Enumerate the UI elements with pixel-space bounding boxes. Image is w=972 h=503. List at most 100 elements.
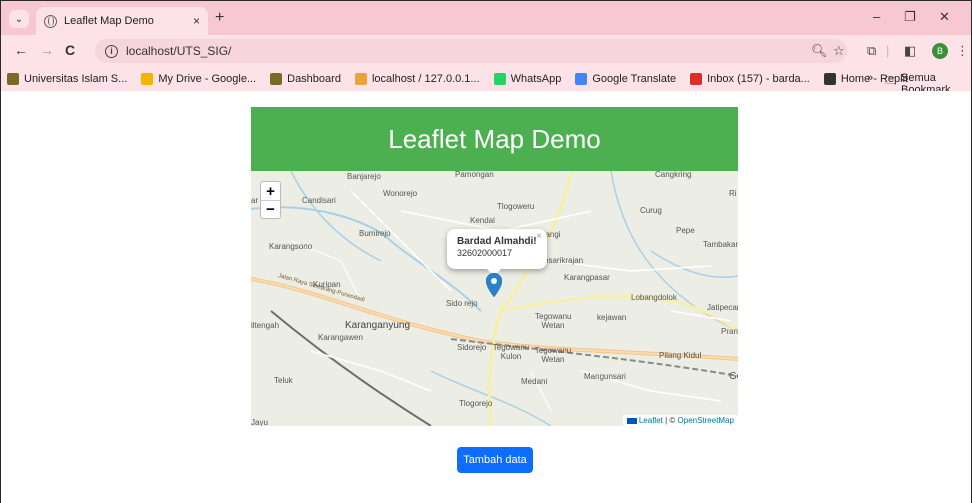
map-label: Medani — [521, 377, 548, 386]
menu-kebab-icon[interactable]: ⋮ — [956, 43, 969, 59]
map-label: Karangpasar — [564, 273, 610, 282]
bookmarks-bar: Universitas Islam S... My Drive - Google.… — [1, 67, 971, 91]
bookmark-item[interactable]: Inbox (157) - barda... — [690, 73, 810, 85]
bookmark-label: Universitas Islam S... — [24, 73, 128, 85]
map-label: Kendal — [470, 216, 495, 225]
bookmark-label: My Drive - Google... — [158, 73, 257, 85]
map-label: Candisari — [302, 196, 336, 205]
marker-popup: × Bardad Almahdi! 32602000017 — [447, 229, 547, 276]
bookmarks-overflow-icon[interactable]: » — [867, 72, 873, 84]
map-label: Mangunsari — [584, 372, 626, 381]
close-window-button[interactable]: ✕ — [939, 9, 950, 25]
title-bar: ⌄ Leaflet Map Demo × + – ❐ ✕ — [1, 1, 971, 35]
map-label: Pran — [721, 327, 738, 336]
map-label: Sidorejo — [457, 343, 487, 352]
page-content: Leaflet Map Demo Banjarejo Pamongan Cang… — [1, 91, 971, 503]
university-icon — [7, 73, 19, 85]
browser-toolbar: ← → C i localhost/UTS_SIG/ 🔍︎ ☆ ⧉ | ◧ ⋮ — [1, 35, 971, 67]
folder-icon[interactable]: 🗀 — [885, 72, 896, 91]
map-marker-icon[interactable] — [486, 273, 502, 297]
map-label: Ri — [729, 189, 737, 198]
popup-close-icon[interactable]: × — [536, 231, 542, 242]
site-info-icon[interactable]: i — [105, 44, 118, 58]
profile-avatar[interactable]: B — [932, 43, 948, 59]
gmail-icon — [690, 73, 703, 85]
map-label: Karanganyung — [345, 320, 411, 331]
map-label: Pamongan — [455, 171, 494, 179]
tab-close-icon[interactable]: × — [193, 14, 200, 28]
map-label: Sido rejo — [446, 299, 478, 308]
map-label: kejawan — [597, 313, 627, 322]
map-label: Jayu — [251, 418, 268, 426]
leaflet-map[interactable]: Banjarejo Pamongan Cangkring Wonorejo Ca… — [251, 171, 738, 426]
map-label: Curug — [640, 206, 662, 215]
google-drive-icon — [141, 73, 154, 85]
leaflet-link[interactable]: Leaflet — [639, 416, 663, 425]
map-label: Banjarejo — [347, 172, 381, 181]
back-icon[interactable]: ← — [14, 43, 28, 57]
restore-button[interactable]: ❐ — [904, 9, 916, 25]
address-bar[interactable]: i localhost/UTS_SIG/ — [95, 39, 847, 63]
side-panel-icon[interactable]: ◧ — [904, 43, 916, 59]
map-label: Pepe — [676, 226, 695, 235]
bookmark-item[interactable]: WhatsApp — [493, 73, 562, 85]
bookmark-label: Dashboard — [287, 73, 341, 85]
map-label: Tegowanu Wetan — [534, 346, 572, 364]
bookmark-item[interactable]: localhost / 127.0.0.1... — [354, 73, 480, 85]
add-data-button[interactable]: Tambah data — [457, 447, 533, 473]
flag-icon — [626, 417, 637, 424]
attribution-separator: | © — [662, 416, 678, 425]
toolbar-divider: | — [886, 43, 890, 58]
popup-title: Bardad Almahdi! — [457, 236, 537, 247]
bookmark-item[interactable]: Dashboard — [270, 73, 341, 85]
map-label: Tlogoweru — [497, 202, 535, 211]
map-attribution: Leaflet | © OpenStreetMap — [622, 415, 738, 426]
bookmark-label: localhost / 127.0.0.1... — [371, 73, 480, 85]
bookmark-item[interactable]: Google Translate — [575, 73, 676, 85]
page-title: Leaflet Map Demo — [251, 107, 738, 171]
bookmark-label: Home - Replit — [840, 73, 909, 85]
forward-icon[interactable]: → — [40, 43, 54, 57]
tab-title: Leaflet Map Demo — [64, 15, 154, 27]
url-text[interactable]: localhost/UTS_SIG/ — [126, 44, 231, 58]
tab-search-icon[interactable]: ⌄ — [9, 10, 29, 28]
map-label: Tlogorejo — [459, 399, 493, 408]
whatsapp-icon — [493, 73, 506, 85]
zoom-out-button[interactable]: − — [261, 200, 280, 218]
bookmark-star-icon[interactable]: ☆ — [833, 43, 845, 59]
popup-text: 32602000017 — [457, 248, 513, 258]
phpmyadmin-icon — [354, 73, 367, 85]
tab-active[interactable]: Leaflet Map Demo × — [36, 7, 208, 35]
osm-link[interactable]: OpenStreetMap — [678, 416, 734, 425]
map-label: Pilang Kidul — [659, 351, 702, 360]
minimize-button[interactable]: – — [873, 9, 880, 24]
bookmark-item[interactable]: My Drive - Google... — [141, 73, 256, 85]
map-label: Jatipecar — [707, 303, 738, 312]
dashboard-icon — [270, 73, 283, 85]
map-label: Lobangdolok — [631, 293, 677, 302]
map-label: Teluk — [274, 376, 293, 385]
zoom-icon[interactable]: 🔍︎ — [811, 43, 828, 59]
map-label: Karangawen — [318, 333, 363, 342]
new-tab-button[interactable]: + — [215, 10, 224, 26]
globe-icon — [44, 14, 57, 28]
zoom-control: + − — [260, 181, 281, 219]
reload-icon[interactable]: C — [65, 43, 75, 57]
map-label: Tambakan — [703, 240, 738, 249]
map-label: Bumirejo — [359, 229, 391, 238]
bookmark-item[interactable]: Universitas Islam S... — [7, 73, 127, 85]
replit-icon — [823, 73, 836, 85]
map-label: Tegowanu Kulon — [492, 343, 530, 361]
map-label: Wonorejo — [383, 189, 418, 198]
extensions-icon[interactable]: ⧉ — [867, 43, 876, 59]
map-label: ar — [251, 196, 259, 205]
map-label: Cangkring — [655, 171, 692, 179]
bookmark-label: WhatsApp — [510, 73, 562, 85]
google-translate-icon — [575, 73, 588, 85]
zoom-in-button[interactable]: + — [261, 182, 280, 200]
map-label: Ge — [729, 371, 738, 382]
map-label: Karangsono — [269, 242, 313, 251]
bookmark-label: Google Translate — [592, 73, 677, 85]
browser-window: ⌄ Leaflet Map Demo × + – ❐ ✕ ← → C i loc… — [0, 0, 972, 503]
map-label: iltengah — [251, 321, 280, 330]
